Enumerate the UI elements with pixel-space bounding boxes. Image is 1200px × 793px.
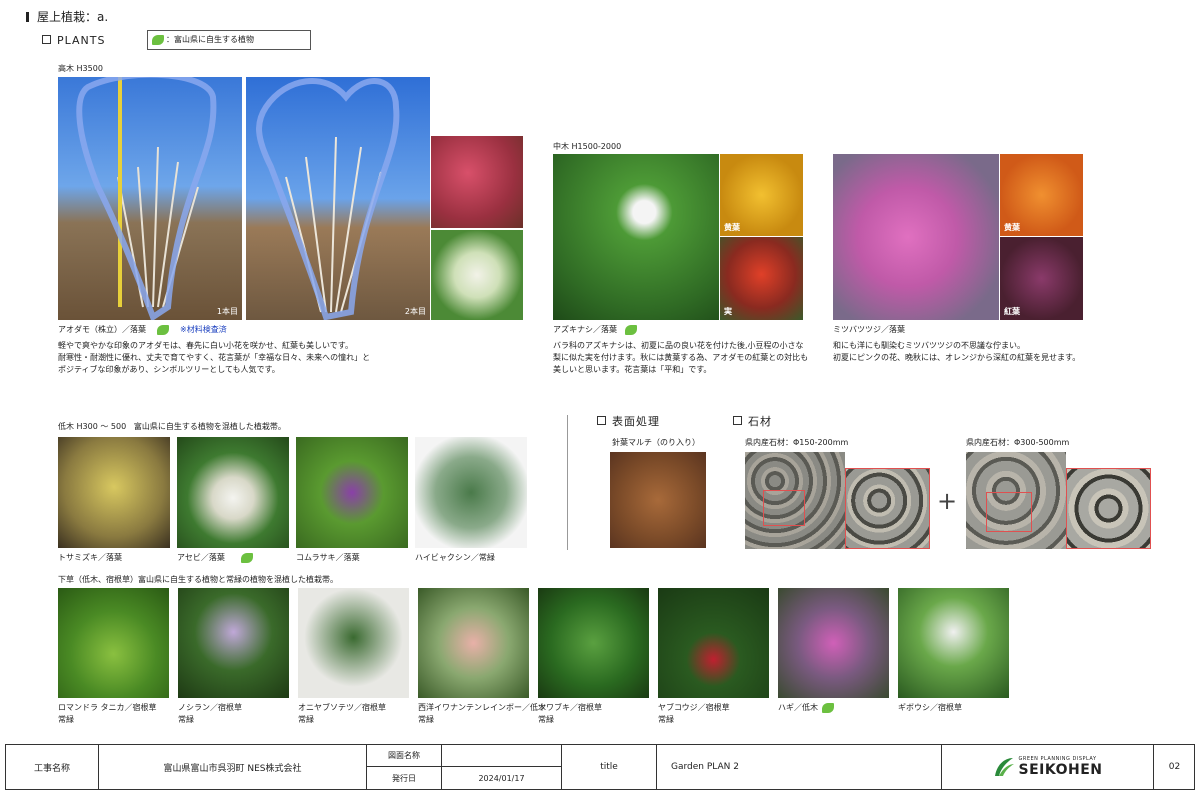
- ground-item-3-sub: 常緑: [298, 715, 314, 724]
- ground-item-2-sub: 常緑: [178, 715, 194, 724]
- ground-item-2: ノシラン／宿根草: [178, 703, 242, 712]
- leaf-icon: [822, 703, 834, 713]
- stone-item-1: 県内産石材：Φ150-200mm: [745, 438, 849, 447]
- photo-tag: 実: [724, 307, 732, 316]
- azukinashi-name: アズキナシ／落葉: [553, 325, 617, 334]
- aodamo-desc-1: 軽やで爽やかな印象のアオダモは、春先に白い小花を咲かせ、紅葉も美しいです。: [58, 341, 353, 350]
- page-title: 屋上植栽：a.: [26, 8, 108, 25]
- ground-item-3: オニヤブソテツ／宿根草: [298, 703, 386, 712]
- tosamizuki-photo: [58, 437, 170, 548]
- title-value: Garden PLAN 2: [656, 745, 941, 789]
- title-block: 工事名称 富山県富山市呉羽町 NES株式会社 図面名称 発行日 2024/01/…: [5, 744, 1195, 790]
- stone-small-detail-photo: [845, 468, 930, 549]
- azukinashi-desc-3: 美しいと思います。花言葉は「平和」です。: [553, 365, 712, 374]
- plus-sign: +: [937, 487, 958, 515]
- ground-item-6-sub: 常緑: [658, 715, 674, 724]
- mitsubatsutsuji-desc-2: 初夏にピンクの花、晩秋には、オレンジから深紅の紅葉を見せます。: [833, 353, 1081, 362]
- project-label: 工事名称: [33, 763, 70, 774]
- ground-photo-2: [178, 588, 289, 698]
- ground-item-8: ギボウシ／宿根草: [898, 703, 962, 712]
- azukinashi-photo: [553, 154, 719, 320]
- ground-photo-6: [658, 588, 769, 698]
- tall-heading: 高木 H3500: [58, 64, 103, 73]
- ground-item-4-sub: 常緑: [418, 715, 434, 724]
- ground-photo-3: [298, 588, 409, 698]
- mulch-photo: [610, 452, 706, 548]
- leaf-icon: [152, 35, 164, 45]
- mitsubatsutsuji-desc-1: 和にも洋にも馴染むミツバツツジの不思議な佇まい。: [833, 341, 1025, 350]
- stone-large-photo: [966, 452, 1066, 549]
- stone-large-detail-photo: [1066, 468, 1151, 549]
- mitsubatsutsuji-yellow-photo: 黄葉: [1000, 154, 1083, 236]
- mitsubatsutsuji-name: ミツバツツジ／落葉: [833, 325, 905, 334]
- issue-date: 2024/01/17: [441, 767, 561, 789]
- photo-tag: 紅葉: [1004, 307, 1020, 316]
- detail-marker: [986, 492, 1032, 532]
- aodamo-name: アオダモ（株立）／落葉: [58, 325, 146, 334]
- ground-item-5: ツワブキ／宿根草: [538, 703, 602, 712]
- ground-heading: 下草（低木、宿根草）富山県に自生する植物と常緑の植物を混植した植栽帯。: [58, 575, 338, 584]
- asebi-photo: [177, 437, 289, 548]
- azukinashi-yellow-photo: 黄葉: [720, 154, 803, 236]
- ground-photo-4: [418, 588, 529, 698]
- leaf-icon: [625, 325, 637, 335]
- section-plants-heading: PLANTS: [42, 34, 105, 47]
- azukinashi-fruit-photo: 実: [720, 237, 803, 320]
- stone-item-2: 県内産石材：Φ300-500mm: [966, 438, 1070, 447]
- ground-photo-8: [898, 588, 1009, 698]
- ground-item-6: ヤブコウジ／宿根草: [658, 703, 730, 712]
- mid-heading: 中木 H1500-2000: [553, 142, 622, 151]
- surface-item: 針葉マルチ（のり入り）: [612, 438, 700, 447]
- aodamo-photo-2: 2本目: [246, 77, 430, 320]
- leaf-icon: [241, 553, 253, 563]
- photo-tag: 黄葉: [724, 223, 740, 232]
- mitsubatsutsuji-red-photo: 紅葉: [1000, 237, 1083, 320]
- azukinashi-desc-1: バラ科のアズキナシは、初夏に品の良い花を付けた後,小豆程の小さな: [553, 341, 804, 350]
- azukinashi-desc-2: 梨に似た実を付けます。秋には黄葉する為、アオダモの紅葉との対比も: [553, 353, 809, 362]
- ground-item-5-sub: 常緑: [538, 715, 554, 724]
- page-number: 02: [1153, 745, 1195, 789]
- aodamo-flower-photo: [431, 230, 523, 320]
- mitsubatsutsuji-photo: [833, 154, 999, 320]
- drawing-label: 図面名称: [366, 745, 441, 767]
- low-heading: 低木 H300 ～ 500 富山県に自生する植物を混植した植栽帯。: [58, 422, 286, 431]
- aodamo-desc-2: 耐寒性・耐潮性に優れ、丈夫で育てやすく、花言葉が「幸福な日々、未来への憧れ」と: [58, 353, 371, 362]
- stone-heading: 石材: [733, 413, 772, 429]
- ground-item-4: 西洋イワナンテンレインボー／低木: [418, 703, 546, 712]
- aodamo-desc-3: ポジティブな印象があり、シンボルツリーとしても人気です。: [58, 365, 280, 374]
- aodamo-autumn-photo: [431, 136, 523, 228]
- logo-leaf-icon: [994, 758, 1014, 776]
- ground-photo-1: [58, 588, 169, 698]
- company-logo: GREEN PLANNING DISPLAY SEIKOHEN: [941, 745, 1153, 789]
- low-item-1: トサミズキ／落葉: [58, 553, 122, 562]
- leaf-icon: [157, 325, 169, 335]
- low-item-4: ハイビャクシン／常緑: [415, 553, 495, 562]
- photo-tag: 1本目: [216, 307, 238, 316]
- ground-photo-5: [538, 588, 649, 698]
- ground-photo-7: [778, 588, 889, 698]
- detail-marker: [763, 490, 805, 526]
- aodamo-photo-1: 1本目: [58, 77, 242, 320]
- surface-heading: 表面処理: [597, 413, 660, 429]
- legend-box: ：富山県に自生する植物: [147, 30, 311, 50]
- title-label: title: [561, 745, 656, 789]
- project-value: 富山県富山市呉羽町 NES株式会社: [98, 745, 366, 789]
- ground-item-1: ロマンドラ タニカ／宿根草: [58, 703, 157, 712]
- komurasaki-photo: [296, 437, 408, 548]
- photo-tag: 2本目: [404, 307, 426, 316]
- drawing-value: [441, 745, 561, 767]
- low-item-2: アセビ／落葉: [177, 553, 225, 562]
- haibyakushin-photo: [415, 437, 527, 548]
- stone-small-photo: [745, 452, 845, 549]
- ground-item-1-sub: 常緑: [58, 715, 74, 724]
- section-divider: [567, 415, 568, 550]
- photo-tag: 黄葉: [1004, 223, 1020, 232]
- low-item-3: コムラサキ／落葉: [296, 553, 360, 562]
- issue-label: 発行日: [366, 767, 441, 789]
- ground-item-7: ハギ／低木: [778, 703, 818, 712]
- inspection-note: ※材料検査済: [180, 325, 227, 334]
